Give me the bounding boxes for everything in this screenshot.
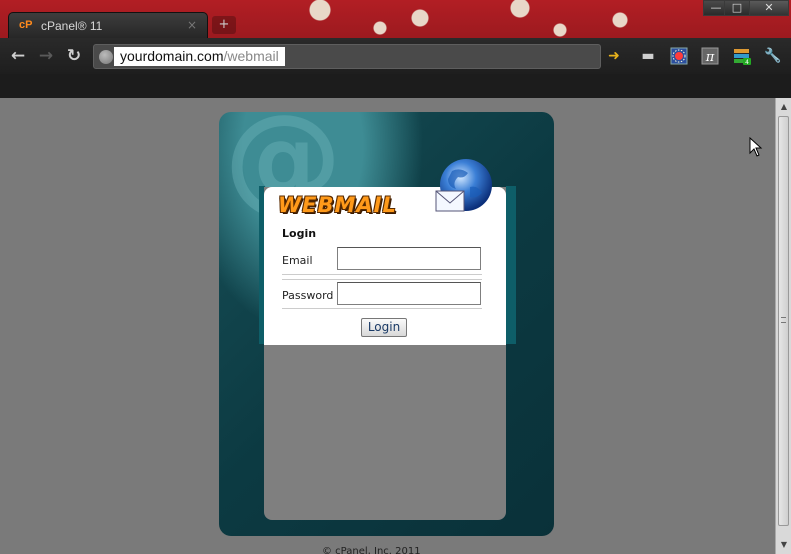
url-domain: yourdomain.com [120,48,224,64]
email-label: Email [282,254,313,267]
maximize-window-button[interactable]: □ [724,0,750,16]
url-text[interactable]: yourdomain.com/webmail [114,47,285,66]
sun-extension-icon[interactable] [670,47,688,65]
login-button[interactable]: Login [361,318,407,337]
scroll-grip-icon [781,317,786,323]
page-viewport: @ WEBMAIL Login Email Password Login © c… [0,98,775,554]
browser-tab[interactable]: cP cPanel® 11 × [8,12,208,39]
email-field[interactable] [337,247,481,270]
tab-close-icon[interactable]: × [187,18,197,32]
webmail-login-card: @ WEBMAIL Login Email Password Login [219,98,554,536]
scroll-up-icon[interactable]: ▲ [779,102,789,112]
globe-envelope-icon [435,159,492,212]
tab-title: cPanel® 11 [41,19,103,33]
svg-text:4: 4 [745,59,749,65]
password-row: Password [282,279,482,309]
scroll-down-icon[interactable]: ▼ [779,540,789,550]
new-tab-button[interactable]: + [212,16,236,34]
close-window-button[interactable]: ✕ [749,0,789,16]
browser-toolbar: ← → ↻ yourdomain.com/webmail ➜ ▬ π 4 🔧 [0,38,791,74]
vertical-scrollbar[interactable]: ▲ ▼ [775,98,791,554]
mouse-cursor-icon [749,137,763,157]
wrench-settings-icon[interactable]: 🔧 [764,47,782,65]
page-globe-icon [99,50,113,64]
webmail-logo: WEBMAIL [278,193,397,217]
reload-icon[interactable]: ↻ [64,46,84,66]
card-accent-bar [506,186,516,344]
password-field[interactable] [337,282,481,305]
feeds-extension-icon[interactable]: 4 [733,47,751,66]
go-arrow-icon[interactable]: ➜ [605,47,623,65]
login-heading: Login [282,227,317,240]
window-titlebar: cP cPanel® 11 × + — □ ✕ [0,0,791,39]
address-bar[interactable]: yourdomain.com/webmail [93,44,601,69]
pi-extension-icon[interactable]: π [701,47,719,65]
url-path: /webmail [223,48,279,64]
cpanel-favicon-icon: cP [19,19,33,31]
footer-copyright: © cPanel, Inc. 2011 [322,546,421,554]
email-row: Email [282,245,482,275]
login-form: WEBMAIL Login Email Password Login [264,159,506,345]
scroll-thumb[interactable] [778,116,789,526]
bookmarks-bar [0,74,791,98]
forward-arrow-icon[interactable]: → [36,46,56,66]
password-label: Password [282,289,334,302]
svg-text:π: π [705,50,715,65]
minus-extension-icon[interactable]: ▬ [639,47,657,65]
back-arrow-icon[interactable]: ← [8,46,28,66]
